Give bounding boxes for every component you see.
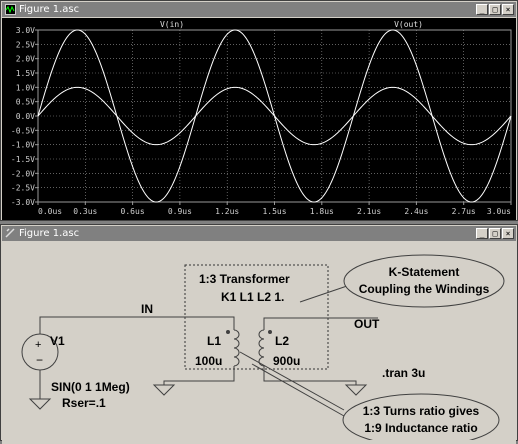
- l2-value[interactable]: 900u: [273, 354, 300, 368]
- schematic-window-title: Figure 1.asc: [19, 228, 80, 239]
- ground-symbol[interactable]: [28, 398, 52, 410]
- y-tick-label: 1.5V: [16, 69, 35, 78]
- x-tick-label: 0.3us: [73, 207, 97, 216]
- l2-name[interactable]: L2: [275, 334, 289, 348]
- transformer-title: 1:3 Transformer: [199, 272, 290, 286]
- close-button[interactable]: ×: [502, 228, 514, 239]
- schematic-drawing[interactable]: 1:3 Transformer K1 L1 L2 1. IN OUT + − V…: [2, 242, 516, 444]
- y-tick-label: -1.0V: [11, 141, 35, 150]
- l1-value[interactable]: 100u: [195, 354, 222, 368]
- inductor-l2[interactable]: [258, 329, 272, 367]
- schematic-window-icon: [5, 228, 15, 238]
- x-tick-label: 2.4us: [404, 207, 428, 216]
- x-tick-label: 3.0us: [487, 207, 511, 216]
- y-tick-label: -0.5V: [11, 126, 35, 135]
- callout-arrow: [251, 363, 345, 417]
- schematic-canvas[interactable]: 1:3 Transformer K1 L1 L2 1. IN OUT + − V…: [2, 242, 516, 444]
- waveform-window-title: Figure 1.asc: [19, 4, 80, 15]
- minimize-button[interactable]: _: [476, 228, 488, 239]
- callout-bottom-line2: 1:9 Inductance ratio: [364, 421, 477, 435]
- callout-bottom-line1: 1:3 Turns ratio gives: [363, 404, 480, 418]
- callout-top-line1: K-Statement: [389, 265, 460, 279]
- y-tick-label: 0.5V: [16, 98, 35, 107]
- source-name[interactable]: V1: [50, 334, 65, 348]
- x-tick-label: 0.0us: [38, 207, 62, 216]
- y-tick-label: 2.5V: [16, 40, 35, 49]
- minimize-button[interactable]: _: [476, 4, 488, 15]
- source-value[interactable]: SIN(0 1 1Meg): [51, 380, 130, 394]
- schematic-titlebar[interactable]: Figure 1.asc _ □ ×: [2, 226, 516, 241]
- net-label-out[interactable]: OUT: [354, 317, 380, 331]
- waveform-titlebar[interactable]: Figure 1.asc _ □ ×: [2, 2, 516, 17]
- x-tick-label: 2.7us: [452, 207, 476, 216]
- source-rser[interactable]: Rser=.1: [62, 396, 106, 410]
- waveform-window: Figure 1.asc _ □ × 3.0V 2.5V 2.0V 1.5V 1.0V 0…: [0, 0, 518, 221]
- schematic-window: Figure 1.asc _ □ × 1:3 Transformer K1 L1…: [0, 224, 518, 444]
- close-button[interactable]: ×: [502, 4, 514, 15]
- x-tick-label: 2.1us: [357, 207, 381, 216]
- svg-text:+: +: [35, 339, 41, 351]
- y-tick-label: 0.0V: [16, 112, 35, 121]
- tran-directive[interactable]: .tran 3u: [382, 366, 425, 380]
- trace-label[interactable]: V(in): [160, 20, 184, 29]
- waveform-plot[interactable]: 3.0V 2.5V 2.0V 1.5V 1.0V 0.5V 0.0V -0.5V -1.0V -1…: [2, 18, 516, 220]
- x-tick-label: 1.8us: [310, 207, 334, 216]
- plot-area[interactable]: 3.0V 2.5V 2.0V 1.5V 1.0V 0.5V 0.0V -0.5V -1.0V -1…: [2, 18, 516, 220]
- y-tick-label: 3.0V: [16, 26, 35, 35]
- net-label-in[interactable]: IN: [141, 302, 153, 316]
- y-tick-label: -3.0V: [11, 198, 35, 207]
- ground-symbol[interactable]: [152, 384, 176, 396]
- ground-symbol[interactable]: [344, 384, 368, 396]
- callout-top-bubble: [343, 254, 505, 308]
- callout-top-line2: Coupling the Windings: [359, 282, 490, 296]
- y-tick-label: 1.0V: [16, 83, 35, 92]
- y-tick-label: -2.5V: [11, 184, 35, 193]
- restore-button[interactable]: □: [489, 228, 501, 239]
- callout-arrow: [299, 285, 348, 303]
- trace-label[interactable]: V(out): [394, 20, 423, 29]
- l1-name[interactable]: L1: [207, 334, 221, 348]
- svg-text:−: −: [36, 353, 43, 367]
- y-tick-label: -1.5V: [11, 155, 35, 164]
- waveform-window-icon: [5, 4, 16, 15]
- x-tick-label: 1.2us: [215, 207, 239, 216]
- restore-button[interactable]: □: [489, 4, 501, 15]
- y-tick-label: -2.0V: [11, 169, 35, 178]
- x-tick-label: 0.6us: [121, 207, 145, 216]
- k-statement[interactable]: K1 L1 L2 1.: [221, 290, 284, 304]
- wire-in[interactable]: [39, 316, 235, 330]
- x-tick-label: 1.5us: [262, 207, 286, 216]
- y-tick-label: 2.0V: [16, 55, 35, 64]
- inductor-l1[interactable]: [226, 329, 240, 367]
- voltage-source-v1[interactable]: + −: [21, 324, 59, 380]
- x-tick-label: 0.9us: [168, 207, 192, 216]
